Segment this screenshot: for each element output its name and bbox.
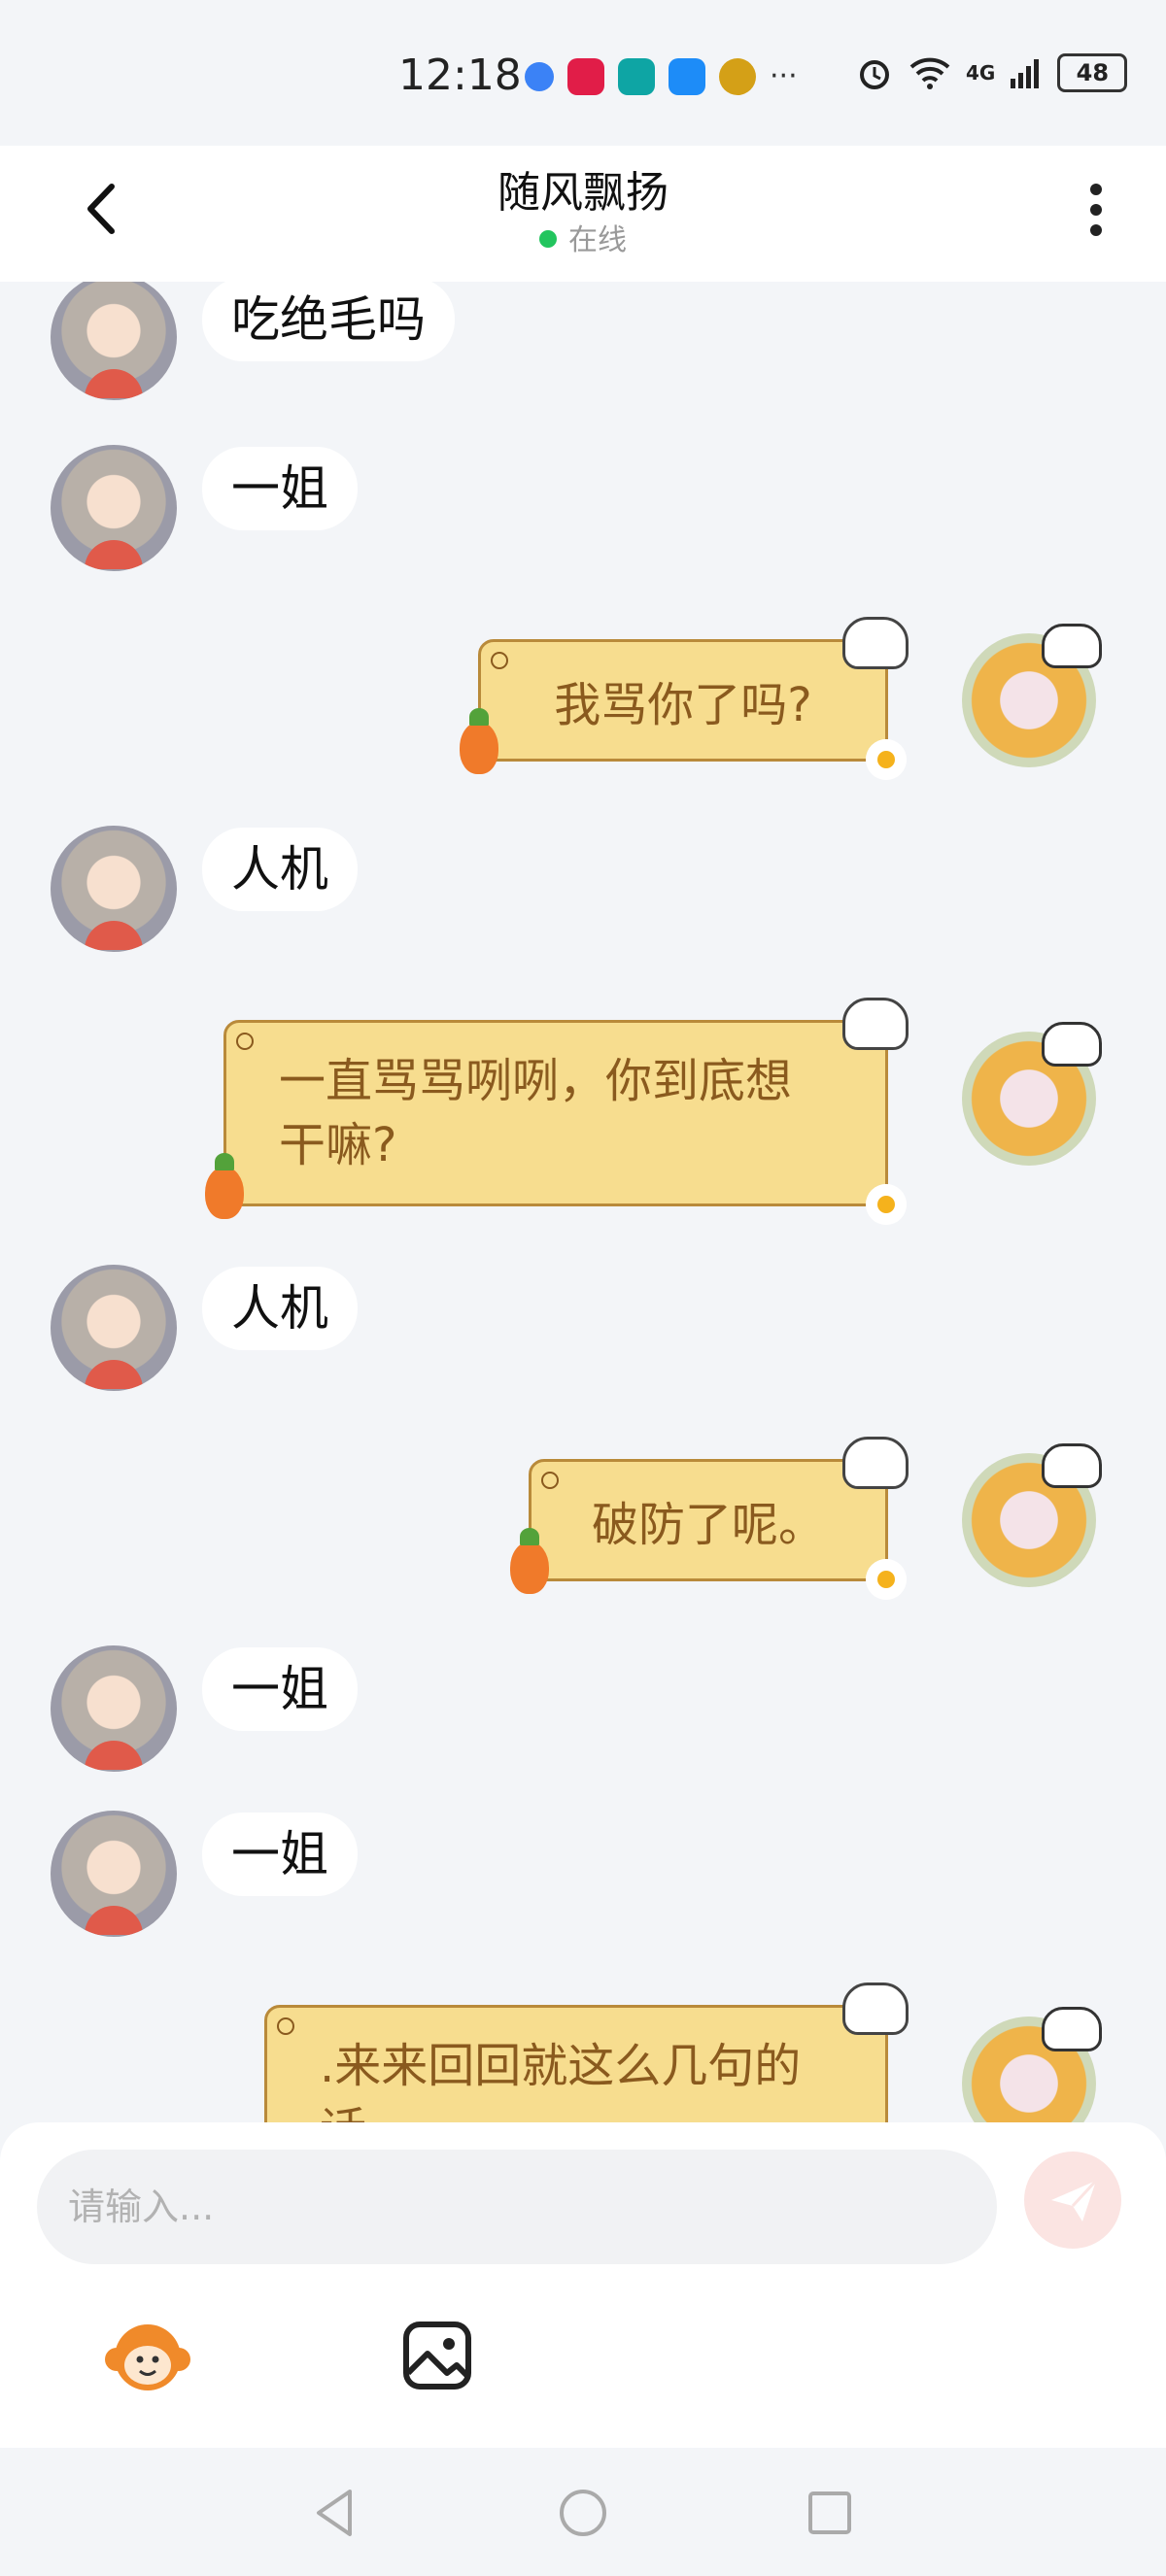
status-time: 12:18 <box>398 51 522 100</box>
battery-indicator: 48 <box>1057 53 1128 92</box>
wifi-icon <box>909 57 950 89</box>
contact-avatar[interactable] <box>51 1811 177 1937</box>
system-status: 4G 48 <box>855 53 1128 92</box>
message-bubble: 破防了呢。 <box>510 1437 909 1600</box>
my-avatar[interactable] <box>962 624 1102 767</box>
message-bubble: .来来回回就这么几句的话 <box>264 1983 909 2122</box>
share-app-icon <box>669 58 705 95</box>
more-notifications-icon: ··· <box>770 59 798 93</box>
message-list[interactable]: 吃绝毛吗 一姐 我骂你了吗? 人机 一直骂骂咧咧，你到底想干嘛? 人机 破防了呢… <box>0 282 1166 2122</box>
online-dot-icon <box>539 229 557 248</box>
message-incoming: 人机 <box>0 1265 1166 1391</box>
message-outgoing: 破防了呢。 <box>0 1437 1166 1600</box>
my-avatar[interactable] <box>962 1022 1102 1166</box>
contact-avatar[interactable] <box>51 1645 177 1772</box>
cat-ears-icon <box>1042 1022 1102 1067</box>
contact-avatar[interactable] <box>51 1265 177 1391</box>
message-bubble: 一直骂骂咧咧，你到底想干嘛? <box>205 998 909 1225</box>
contact-avatar[interactable] <box>51 282 177 400</box>
chat-header: 随风飘扬 在线 <box>0 146 1166 282</box>
message-incoming: 一姐 <box>0 1645 1166 1772</box>
cat-ears-icon <box>1042 1443 1102 1488</box>
message-outgoing: 我骂你了吗? <box>0 617 1166 780</box>
message-text: 人机 <box>202 828 358 911</box>
system-nav-bar <box>0 2448 1166 2576</box>
alarm-icon <box>860 60 889 89</box>
message-bubble: 我骂你了吗? <box>460 617 909 780</box>
signal-icon <box>1011 59 1040 88</box>
message-text: 人机 <box>202 1267 358 1350</box>
nav-back-icon[interactable] <box>305 2482 367 2544</box>
notification-icons: ··· <box>525 58 798 95</box>
cat-ears-icon <box>1042 2007 1102 2051</box>
contact-avatar[interactable] <box>51 445 177 571</box>
contact-name: 随风飘扬 <box>497 168 669 218</box>
message-text: 一姐 <box>202 447 358 530</box>
paper-plane-icon <box>1051 2179 1098 2221</box>
message-outgoing: .来来回回就这么几句的话 <box>0 1983 1166 2122</box>
message-incoming: 一姐 <box>0 445 1166 571</box>
chat-app-icon <box>525 62 554 91</box>
message-input[interactable] <box>37 2150 997 2264</box>
online-status: 在线 <box>0 216 1166 258</box>
message-text: 一姐 <box>202 1647 358 1731</box>
message-text: 吃绝毛吗 <box>202 282 455 361</box>
my-avatar[interactable] <box>962 2007 1102 2122</box>
send-button[interactable] <box>1024 2152 1121 2249</box>
composer <box>0 2122 1166 2448</box>
contact-avatar[interactable] <box>51 826 177 952</box>
message-outgoing: 一直骂骂咧咧，你到底想干嘛? <box>0 998 1166 1225</box>
cat-ears-icon <box>1042 624 1102 668</box>
nav-home-icon[interactable] <box>552 2482 614 2544</box>
network-type: 4G <box>966 61 996 85</box>
my-avatar[interactable] <box>962 1443 1102 1587</box>
message-incoming: 吃绝毛吗 <box>0 282 1166 408</box>
monkey-emoji-icon[interactable] <box>99 2317 196 2394</box>
status-bar: 12:18 ··· 4G 48 <box>0 0 1166 146</box>
nav-recents-icon[interactable] <box>799 2482 861 2544</box>
message-incoming: 一姐 <box>0 1811 1166 1937</box>
monkey-app-icon <box>719 58 756 95</box>
message-text: 破防了呢。 <box>591 1498 825 1552</box>
message-text: 一直骂骂咧咧，你到底想干嘛? <box>279 1054 793 1172</box>
online-status-text: 在线 <box>568 223 627 257</box>
message-text: 我骂你了吗? <box>554 678 812 732</box>
bird-app-icon <box>618 58 655 95</box>
more-options-icon[interactable] <box>1079 178 1114 246</box>
message-incoming: 人机 <box>0 826 1166 952</box>
message-text: 一姐 <box>202 1813 358 1896</box>
image-icon[interactable] <box>398 2317 476 2394</box>
xiaohongshu-icon <box>567 58 604 95</box>
message-text: .来来回回就这么几句的话 <box>320 2039 802 2122</box>
